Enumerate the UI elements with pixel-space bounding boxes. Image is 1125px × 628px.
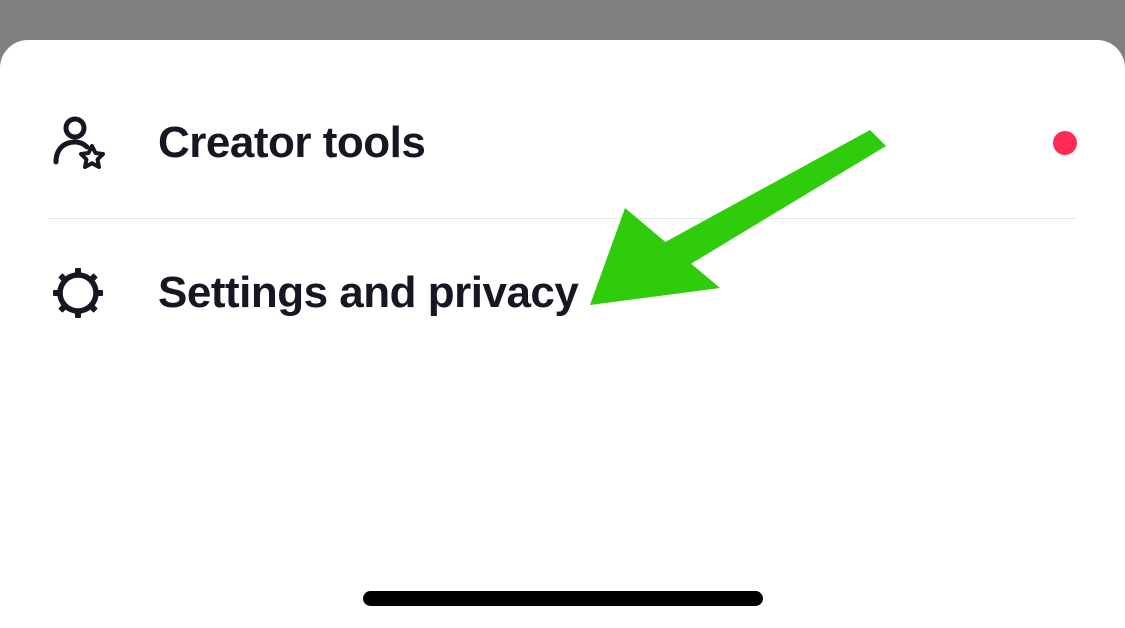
settings-icon bbox=[48, 263, 108, 323]
menu-item-creator-tools[interactable]: Creator tools bbox=[0, 68, 1125, 218]
home-indicator bbox=[363, 591, 763, 606]
bottom-sheet: Creator tools Settings and privacy bbox=[0, 40, 1125, 628]
menu-item-settings-privacy[interactable]: Settings and privacy bbox=[0, 218, 1125, 368]
menu-item-label: Settings and privacy bbox=[158, 268, 1077, 318]
creator-tools-icon bbox=[48, 113, 108, 173]
menu-item-label: Creator tools bbox=[158, 118, 1053, 168]
notification-badge bbox=[1053, 131, 1077, 155]
